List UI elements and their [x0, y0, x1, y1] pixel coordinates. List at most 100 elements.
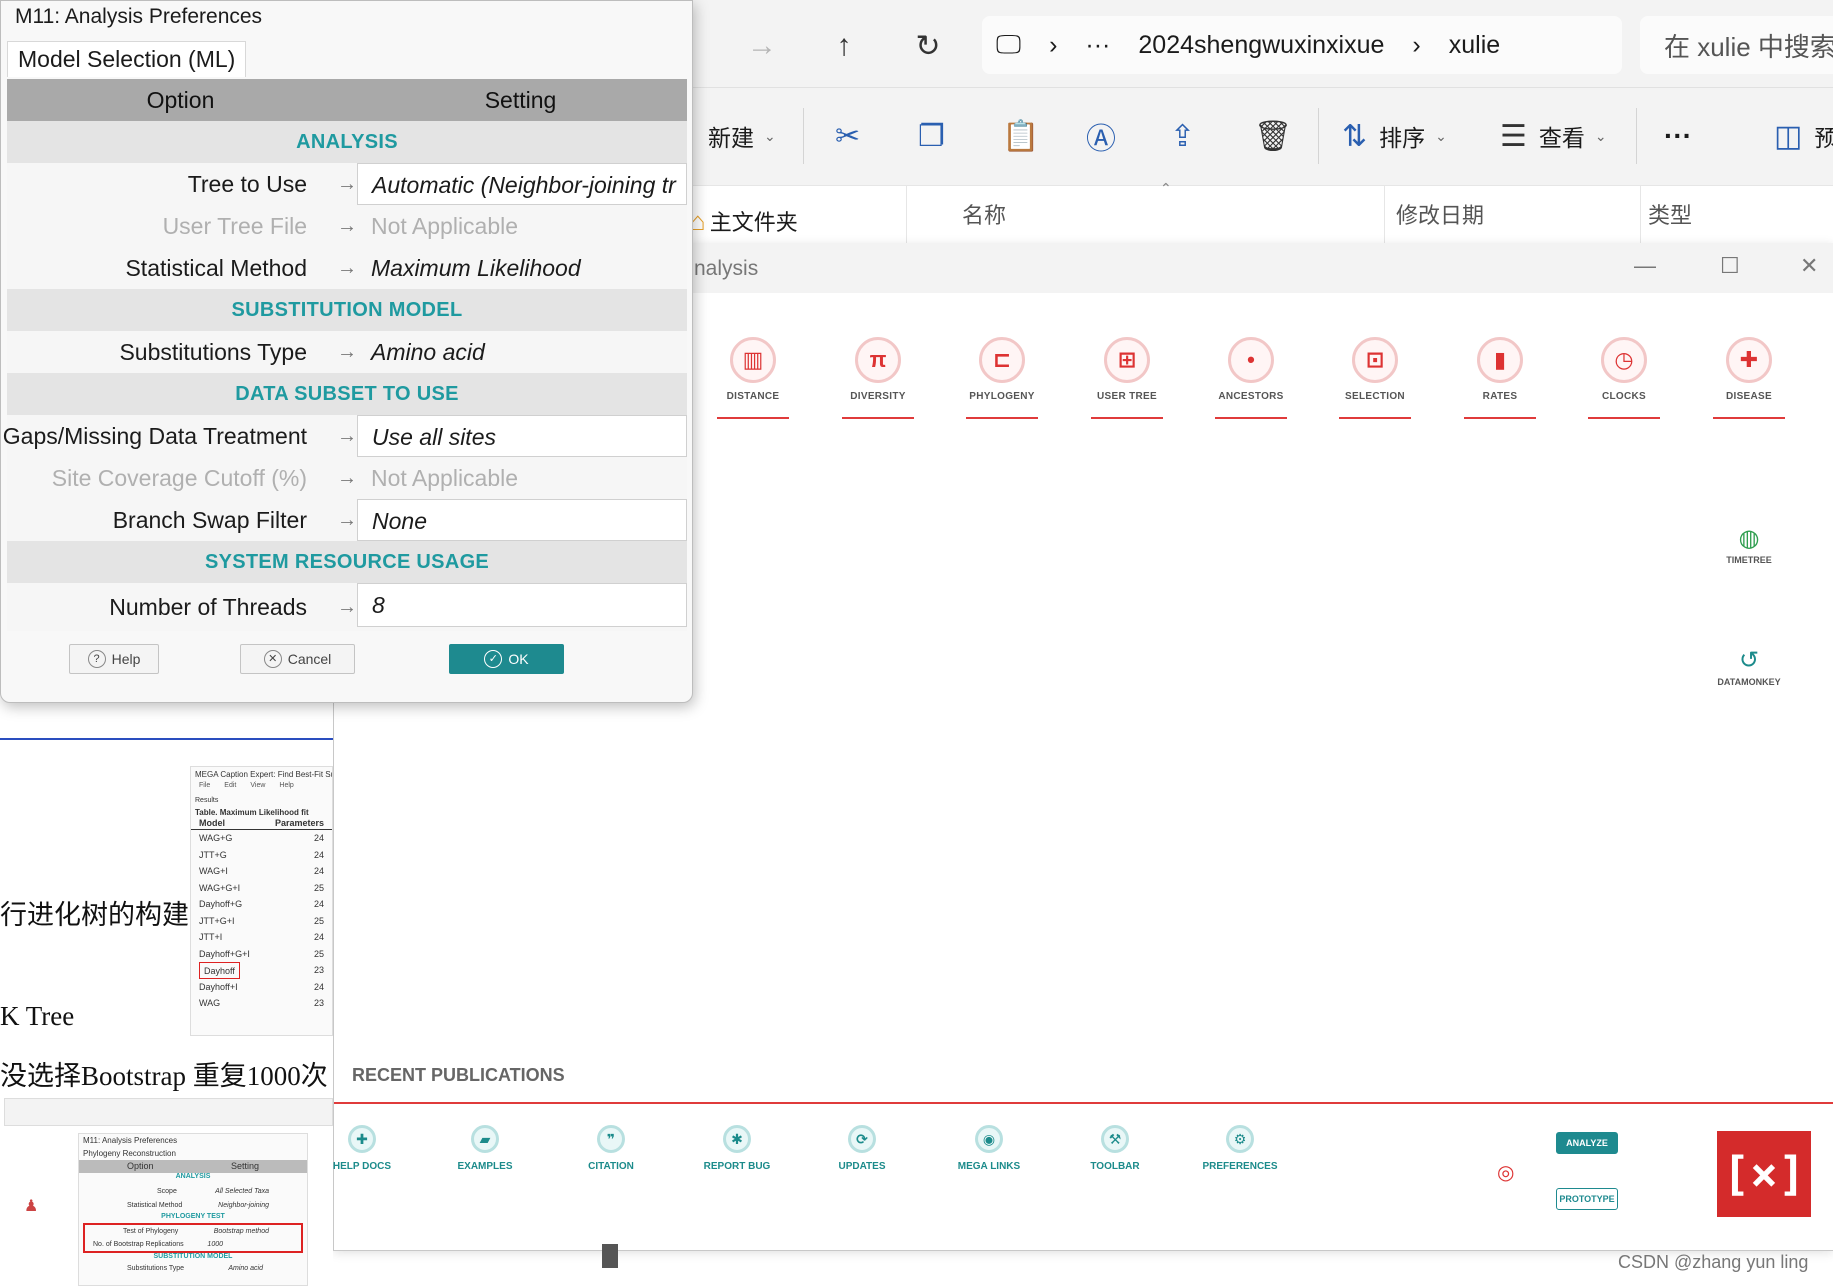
datamonkey-button[interactable]: ↺ DATAMONKEY	[1704, 646, 1794, 687]
mini-cell: No. of Bootstrap Replications	[93, 1241, 184, 1248]
section-system-resource: SYSTEM RESOURCE USAGE	[7, 541, 687, 583]
mega-logo: [×]	[1717, 1131, 1811, 1217]
mini-header-cell: Model	[199, 818, 225, 828]
refresh-icon[interactable]: ↻	[906, 24, 950, 68]
table-cell: 24	[313, 866, 324, 876]
table-row: WAG 23	[191, 995, 332, 1012]
updates-button[interactable]: ⟳ UPDATES	[807, 1125, 917, 1172]
more-options-button[interactable]: ···	[1664, 108, 1692, 164]
tile-diversity[interactable]: π DIVERSITY	[842, 327, 914, 419]
share-button[interactable]: ⇪	[1170, 108, 1195, 164]
mini-cell: 1000	[207, 1241, 223, 1248]
embedded-screenshot-model-table: MEGA Caption Expert: Find Best-Fit Sub F…	[190, 766, 333, 1036]
report-bug-button[interactable]: ✱ REPORT BUG	[682, 1125, 792, 1172]
bug-icon: ✱	[723, 1125, 751, 1153]
tab-model-selection[interactable]: Model Selection (ML)	[7, 41, 247, 77]
mini-cell: Statistical Method	[127, 1202, 183, 1209]
table-cell: 24	[313, 981, 324, 992]
recent-publications-heading: RECENT PUBLICATIONS	[352, 1065, 565, 1085]
tile-selection[interactable]: ⊡ SELECTION	[1339, 327, 1411, 419]
option-label: Branch Swap Filter	[112, 507, 307, 533]
timetree-button[interactable]: ◍ TIMETREE	[1704, 524, 1794, 565]
row-gaps-missing-data: Gaps/Missing Data Treatment → Use all si…	[3, 415, 687, 457]
table-cell: WAG+G	[199, 833, 233, 843]
threads-input[interactable]: 8	[357, 583, 687, 627]
examples-button[interactable]: ▰ EXAMPLES	[430, 1125, 540, 1172]
close-icon[interactable]: ✕	[1800, 253, 1818, 279]
chevron-down-icon: ⌄	[1435, 127, 1447, 144]
arrow-icon: →	[337, 341, 357, 363]
toolbar-button[interactable]: ⚒ TOOLBAR	[1060, 1125, 1170, 1172]
column-type[interactable]: 类型	[1648, 198, 1692, 230]
rates-icon: ▮	[1477, 337, 1523, 383]
preferences-button[interactable]: ⚙ PREFERENCES	[1185, 1125, 1295, 1172]
citation-button[interactable]: ❞ CITATION	[556, 1125, 666, 1172]
help-button[interactable]: ? Help	[69, 644, 159, 674]
breadcrumb-overflow[interactable]: ···	[1085, 31, 1110, 60]
small-app-icon: ♟	[24, 1198, 39, 1215]
new-button[interactable]: 新建 ⌄	[708, 108, 776, 164]
highlighted-table-cell: Dayhoff	[199, 962, 240, 979]
mega-links-button[interactable]: ◉ MEGA LINKS	[934, 1125, 1044, 1172]
search-input[interactable]: 在 xulie 中搜索	[1640, 16, 1833, 74]
branch-swap-filter-select[interactable]: None	[357, 499, 687, 541]
document-text-line: 行进化树的构建	[0, 900, 189, 930]
delete-button[interactable]: 🗑	[1254, 108, 1292, 164]
breadcrumb-folder-2024[interactable]: 2024shengwuxinxixue	[1138, 31, 1384, 60]
tile-rates[interactable]: ▮ RATES	[1464, 327, 1536, 419]
column-name[interactable]: 名称	[962, 198, 1006, 230]
rename-button[interactable]: Ⓐ	[1086, 108, 1116, 164]
table-cell: 23	[313, 965, 324, 975]
mini-cell: Substitutions Type	[127, 1265, 185, 1272]
prototype-badge[interactable]: PROTOTYPE	[1556, 1188, 1618, 1210]
address-bar[interactable]: 🖵 › ··· 2024shengwuxinxixue › xulie	[982, 16, 1622, 74]
tile-disease[interactable]: ✚ DISEASE	[1713, 327, 1785, 419]
analyze-badge[interactable]: ANALYZE	[1556, 1132, 1618, 1154]
ok-button[interactable]: ✓ OK	[449, 644, 564, 674]
tile-clocks[interactable]: ◷ CLOCKS	[1588, 327, 1660, 419]
column-modified-date[interactable]: 修改日期	[1396, 198, 1484, 230]
embedded-screenshot-toolbar-strip	[4, 1098, 333, 1126]
sort-button[interactable]: ⇅ 排序 ⌄	[1342, 108, 1447, 164]
rename-icon: Ⓐ	[1086, 123, 1116, 156]
highlight-box: Test of Phylogeny Bootstrap method No. of…	[83, 1223, 303, 1253]
paste-button[interactable]: 📋	[1002, 108, 1039, 164]
minimize-icon[interactable]: —	[1634, 253, 1656, 279]
table-cell: 24	[313, 899, 324, 909]
ok-label: OK	[508, 651, 529, 667]
arrow-icon: →	[337, 596, 357, 618]
mini-row: Scope All Selected Taxa	[79, 1185, 307, 1199]
cancel-button[interactable]: ✕ Cancel	[240, 644, 355, 674]
forward-arrow-icon[interactable]: →	[740, 24, 784, 68]
computer-icon[interactable]: 🖵	[996, 29, 1021, 61]
header-setting: Setting	[484, 86, 557, 113]
cut-button[interactable]: ✂	[835, 108, 860, 164]
arrow-icon: →	[337, 173, 357, 195]
copy-button[interactable]: ❐	[918, 108, 945, 164]
breadcrumb-folder-xulie[interactable]: xulie	[1449, 31, 1500, 60]
home-folder-nav-item[interactable]: ⌂ 主文件夹	[690, 205, 798, 237]
up-arrow-icon[interactable]: ↑	[822, 24, 866, 68]
lifebuoy-icon[interactable]: ◎	[1497, 1160, 1514, 1185]
gaps-treatment-select[interactable]: Use all sites	[357, 415, 687, 457]
section-analysis: ANALYSIS	[7, 121, 687, 163]
preview-pane-button[interactable]: ◫ 预	[1774, 108, 1833, 164]
sort-label: 排序	[1379, 125, 1426, 151]
tile-phylogeny[interactable]: ⊏ PHYLOGENY	[966, 327, 1038, 419]
report-bug-label: REPORT BUG	[703, 1161, 771, 1172]
tile-user-tree[interactable]: ⊞ USER TREE	[1091, 327, 1163, 419]
tree-to-use-select[interactable]: Automatic (Neighbor-joining tr	[357, 163, 687, 205]
table-cell: Dayhoff+G	[199, 899, 243, 909]
tile-ancestors[interactable]: • ANCESTORS	[1215, 327, 1287, 419]
view-button[interactable]: ☰ 查看 ⌄	[1500, 108, 1607, 164]
table-row: Dayhoff+G 24	[191, 896, 332, 913]
home-folder-label: 主文件夹	[709, 210, 798, 235]
document-text-line: 没选择Bootstrap 重复1000次	[0, 1061, 328, 1091]
table-cell: Dayhoff+G+I	[199, 948, 250, 959]
scrollbar-thumb[interactable]	[602, 1244, 618, 1268]
maximize-icon[interactable]: ☐	[1720, 253, 1740, 279]
cancel-label: Cancel	[287, 651, 332, 667]
tile-label: DISTANCE	[726, 391, 780, 402]
tile-distance[interactable]: ▥ DISTANCE	[717, 327, 789, 419]
statistical-method-value: Maximum Likelihood	[371, 255, 581, 281]
